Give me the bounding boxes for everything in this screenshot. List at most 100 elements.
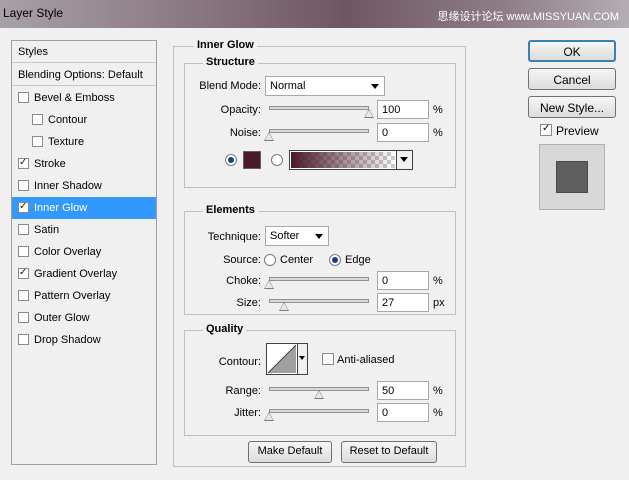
chevron-down-icon [400, 157, 408, 162]
glow-color-swatch[interactable] [243, 151, 261, 169]
noise-slider[interactable] [269, 129, 369, 133]
preview-swatch [556, 161, 588, 193]
range-label: Range: [225, 385, 261, 397]
jitter-label: Jitter: [234, 407, 261, 419]
style-item-label: Bevel & Emboss [34, 92, 115, 104]
style-item[interactable]: Satin [12, 219, 156, 241]
size-label: Size: [236, 297, 261, 309]
gradient-dropdown[interactable] [396, 151, 412, 169]
opacity-unit: % [433, 104, 443, 116]
style-item[interactable]: Color Overlay [12, 241, 156, 263]
choke-slider[interactable] [269, 277, 369, 281]
style-item[interactable]: Stroke [12, 153, 156, 175]
preview-checkbox[interactable] [540, 123, 552, 136]
gradient-picker[interactable] [289, 150, 413, 170]
source-center-radio[interactable] [264, 254, 276, 266]
panel-title: Inner Glow [194, 39, 257, 51]
elements-group: Elements Technique: Softer Source: Cente… [184, 204, 456, 315]
solid-color-radio[interactable] [225, 154, 237, 166]
source-edge-label: Edge [345, 254, 371, 266]
style-item-label: Inner Glow [34, 202, 88, 214]
opacity-label: Opacity: [220, 104, 261, 116]
style-item-label: Pattern Overlay [34, 290, 111, 302]
style-item-checkbox[interactable] [18, 267, 29, 279]
style-item-checkbox[interactable] [18, 224, 29, 235]
noise-slider-thumb[interactable] [264, 132, 274, 141]
jitter-slider[interactable] [269, 409, 369, 413]
style-item-checkbox[interactable] [18, 334, 29, 345]
preview-box [539, 144, 605, 210]
style-item-checkbox[interactable] [32, 136, 43, 147]
technique-select[interactable]: Softer [265, 226, 329, 246]
noise-input[interactable]: 0 [377, 123, 429, 142]
opacity-slider-thumb[interactable] [364, 109, 374, 118]
style-item-label: Gradient Overlay [34, 268, 118, 280]
opacity-slider[interactable] [269, 106, 369, 110]
styles-list: Styles Blending Options: Default Bevel &… [11, 40, 157, 465]
quality-group: Quality Contour: Anti-aliased Range: 50 … [184, 323, 456, 436]
style-item-checkbox[interactable] [18, 157, 29, 169]
style-item-label: Stroke [34, 158, 66, 170]
style-item-checkbox[interactable] [18, 246, 29, 257]
size-slider-thumb[interactable] [279, 302, 289, 311]
source-edge-radio[interactable] [329, 254, 341, 266]
styles-header[interactable]: Styles [12, 41, 156, 63]
style-item-label: Outer Glow [34, 312, 90, 324]
contour-picker[interactable] [266, 343, 308, 375]
chevron-down-icon [371, 84, 379, 89]
make-default-button[interactable]: Make Default [248, 441, 332, 463]
range-unit: % [433, 385, 443, 397]
preview-label: Preview [556, 124, 599, 138]
style-item-label: Inner Shadow [34, 180, 102, 192]
style-item[interactable]: Texture [12, 131, 156, 153]
technique-label: Technique: [207, 231, 261, 243]
noise-label: Noise: [229, 127, 261, 139]
elements-title: Elements [203, 204, 258, 216]
range-input[interactable]: 50 [377, 381, 429, 400]
reset-to-default-button[interactable]: Reset to Default [341, 441, 437, 463]
blending-options-item[interactable]: Blending Options: Default [12, 64, 156, 86]
style-item[interactable]: Inner Glow [12, 197, 156, 219]
choke-input[interactable]: 0 [377, 271, 429, 290]
style-item-checkbox[interactable] [18, 180, 29, 191]
anti-aliased-checkbox[interactable] [322, 353, 334, 365]
style-item-checkbox[interactable] [18, 201, 29, 213]
contour-dropdown[interactable] [297, 344, 307, 374]
style-item-checkbox[interactable] [32, 114, 43, 125]
size-input[interactable]: 27 [377, 293, 429, 312]
choke-label: Choke: [226, 275, 261, 287]
gradient-radio[interactable] [271, 154, 283, 166]
style-item-checkbox[interactable] [18, 92, 29, 103]
opacity-input[interactable]: 100 [377, 100, 429, 119]
blend-mode-value: Normal [270, 80, 306, 92]
blend-mode-select[interactable]: Normal [265, 76, 385, 96]
inner-glow-panel: Inner Glow Structure Blend Mode: Normal … [173, 39, 466, 467]
noise-unit: % [433, 127, 443, 139]
title-bar[interactable]: Layer Style 思缘设计论坛 www.MISSYUAN.COM [0, 0, 629, 28]
style-item[interactable]: Pattern Overlay [12, 285, 156, 307]
jitter-slider-thumb[interactable] [264, 412, 274, 421]
style-item[interactable]: Inner Shadow [12, 175, 156, 197]
choke-slider-thumb[interactable] [264, 280, 274, 289]
style-item-checkbox[interactable] [18, 312, 29, 323]
source-center-label: Center [280, 254, 314, 266]
contour-label: Contour: [218, 356, 261, 368]
style-item-checkbox[interactable] [18, 290, 29, 301]
style-item-label: Texture [48, 136, 85, 148]
quality-title: Quality [203, 323, 247, 335]
style-item[interactable]: Gradient Overlay [12, 263, 156, 285]
style-item[interactable]: Drop Shadow [12, 329, 156, 351]
ok-button[interactable]: OK [528, 40, 616, 62]
range-slider-thumb[interactable] [314, 390, 324, 399]
style-item[interactable]: Contour [12, 109, 156, 131]
cancel-button[interactable]: Cancel [528, 68, 616, 90]
style-item[interactable]: Outer Glow [12, 307, 156, 329]
new-style-button[interactable]: New Style... [528, 96, 616, 118]
style-item[interactable]: Bevel & Emboss [12, 87, 156, 109]
style-item-label: Color Overlay [34, 246, 102, 258]
technique-value: Softer [270, 230, 300, 242]
jitter-input[interactable]: 0 [377, 403, 429, 422]
style-item-label: Satin [34, 224, 60, 236]
choke-unit: % [433, 275, 443, 287]
watermark: 思缘设计论坛 www.MISSYUAN.COM [437, 11, 619, 23]
